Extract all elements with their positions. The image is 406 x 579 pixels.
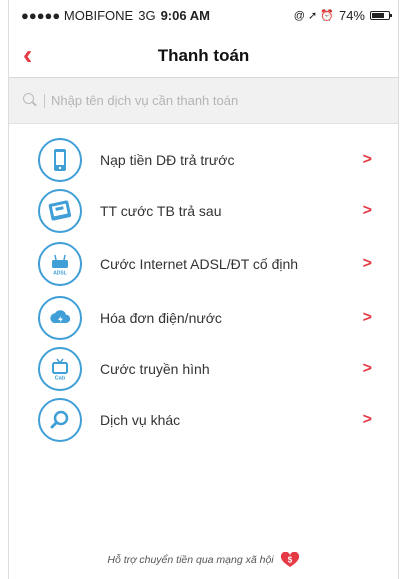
list-item-tv[interactable]: Cab Cước truyền hình > xyxy=(9,343,398,394)
status-icons: @ ➚ ⏰ xyxy=(293,9,334,22)
tv-cab-icon: Cab xyxy=(38,346,82,391)
heart-money-icon: $ xyxy=(280,551,300,568)
network-label: 3G xyxy=(138,7,156,23)
list-item-label: TT cước TB trả sau xyxy=(100,202,222,219)
search-input[interactable] xyxy=(51,93,351,108)
status-bar: ●●●●● MOBIFONE 3G 9:06 AM @ ➚ ⏰ 74% xyxy=(9,0,398,30)
battery-percent: 74% xyxy=(338,7,365,23)
social-transfer-banner[interactable]: Hỗ trợ chuyển tiền qua mạng xã hội $ xyxy=(9,551,398,568)
list-item-internet-adsl[interactable]: ADSL Cước Internet ADSL/ĐT cố định > xyxy=(9,236,398,292)
carrier-label: ●●●●● MOBIFONE xyxy=(21,7,134,23)
tablet-icon xyxy=(38,188,82,233)
chevron-right-icon: > xyxy=(362,201,372,219)
chevron-right-icon: > xyxy=(362,410,372,428)
navigation-bar: ‹ Thanh toán xyxy=(9,34,398,78)
banner-text: Hỗ trợ chuyển tiền qua mạng xã hội xyxy=(107,554,274,566)
chevron-right-icon: > xyxy=(362,359,372,377)
list-item-label: Cước truyền hình xyxy=(100,360,210,377)
service-list: Nạp tiền DĐ trả trước > TT cước TB trả s… xyxy=(9,134,398,445)
time-label: 9:06 AM xyxy=(160,7,210,23)
list-item-prepaid-topup[interactable]: Nạp tiền DĐ trả trước > xyxy=(9,134,398,185)
list-item-label: Dịch vụ khác xyxy=(100,411,181,428)
phone-screen: ●●●●● MOBIFONE 3G 9:06 AM @ ➚ ⏰ 74% ‹ Th… xyxy=(8,0,399,579)
search-icon xyxy=(23,93,38,108)
list-item-label: Cước Internet ADSL/ĐT cố định xyxy=(100,256,299,272)
chevron-left-icon[interactable]: ‹ xyxy=(23,40,32,70)
chevron-right-icon: > xyxy=(362,308,372,326)
chevron-right-icon: > xyxy=(362,150,372,168)
list-item-electric-water[interactable]: Hóa đơn điện/nước > xyxy=(9,292,398,343)
list-item-label: Nạp tiền DĐ trả trước xyxy=(100,151,235,168)
search-divider xyxy=(44,93,45,108)
svg-text:ADSL: ADSL xyxy=(53,271,67,277)
list-item-label: Hóa đơn điện/nước xyxy=(100,309,222,326)
list-item-other-services[interactable]: Dịch vụ khác > xyxy=(9,394,398,445)
battery-icon xyxy=(370,10,392,20)
phone-icon xyxy=(38,137,82,182)
search-icon xyxy=(38,397,82,442)
adsl-icon: ADSL xyxy=(38,242,82,286)
page-title: Thanh toán xyxy=(157,45,250,65)
cloud-icon xyxy=(38,295,82,340)
chevron-right-icon: > xyxy=(362,255,372,272)
svg-text:$: $ xyxy=(287,556,292,565)
svg-text:Cab: Cab xyxy=(55,375,66,381)
search-bar[interactable] xyxy=(9,78,398,124)
list-item-postpaid[interactable]: TT cước TB trả sau > xyxy=(9,185,398,236)
